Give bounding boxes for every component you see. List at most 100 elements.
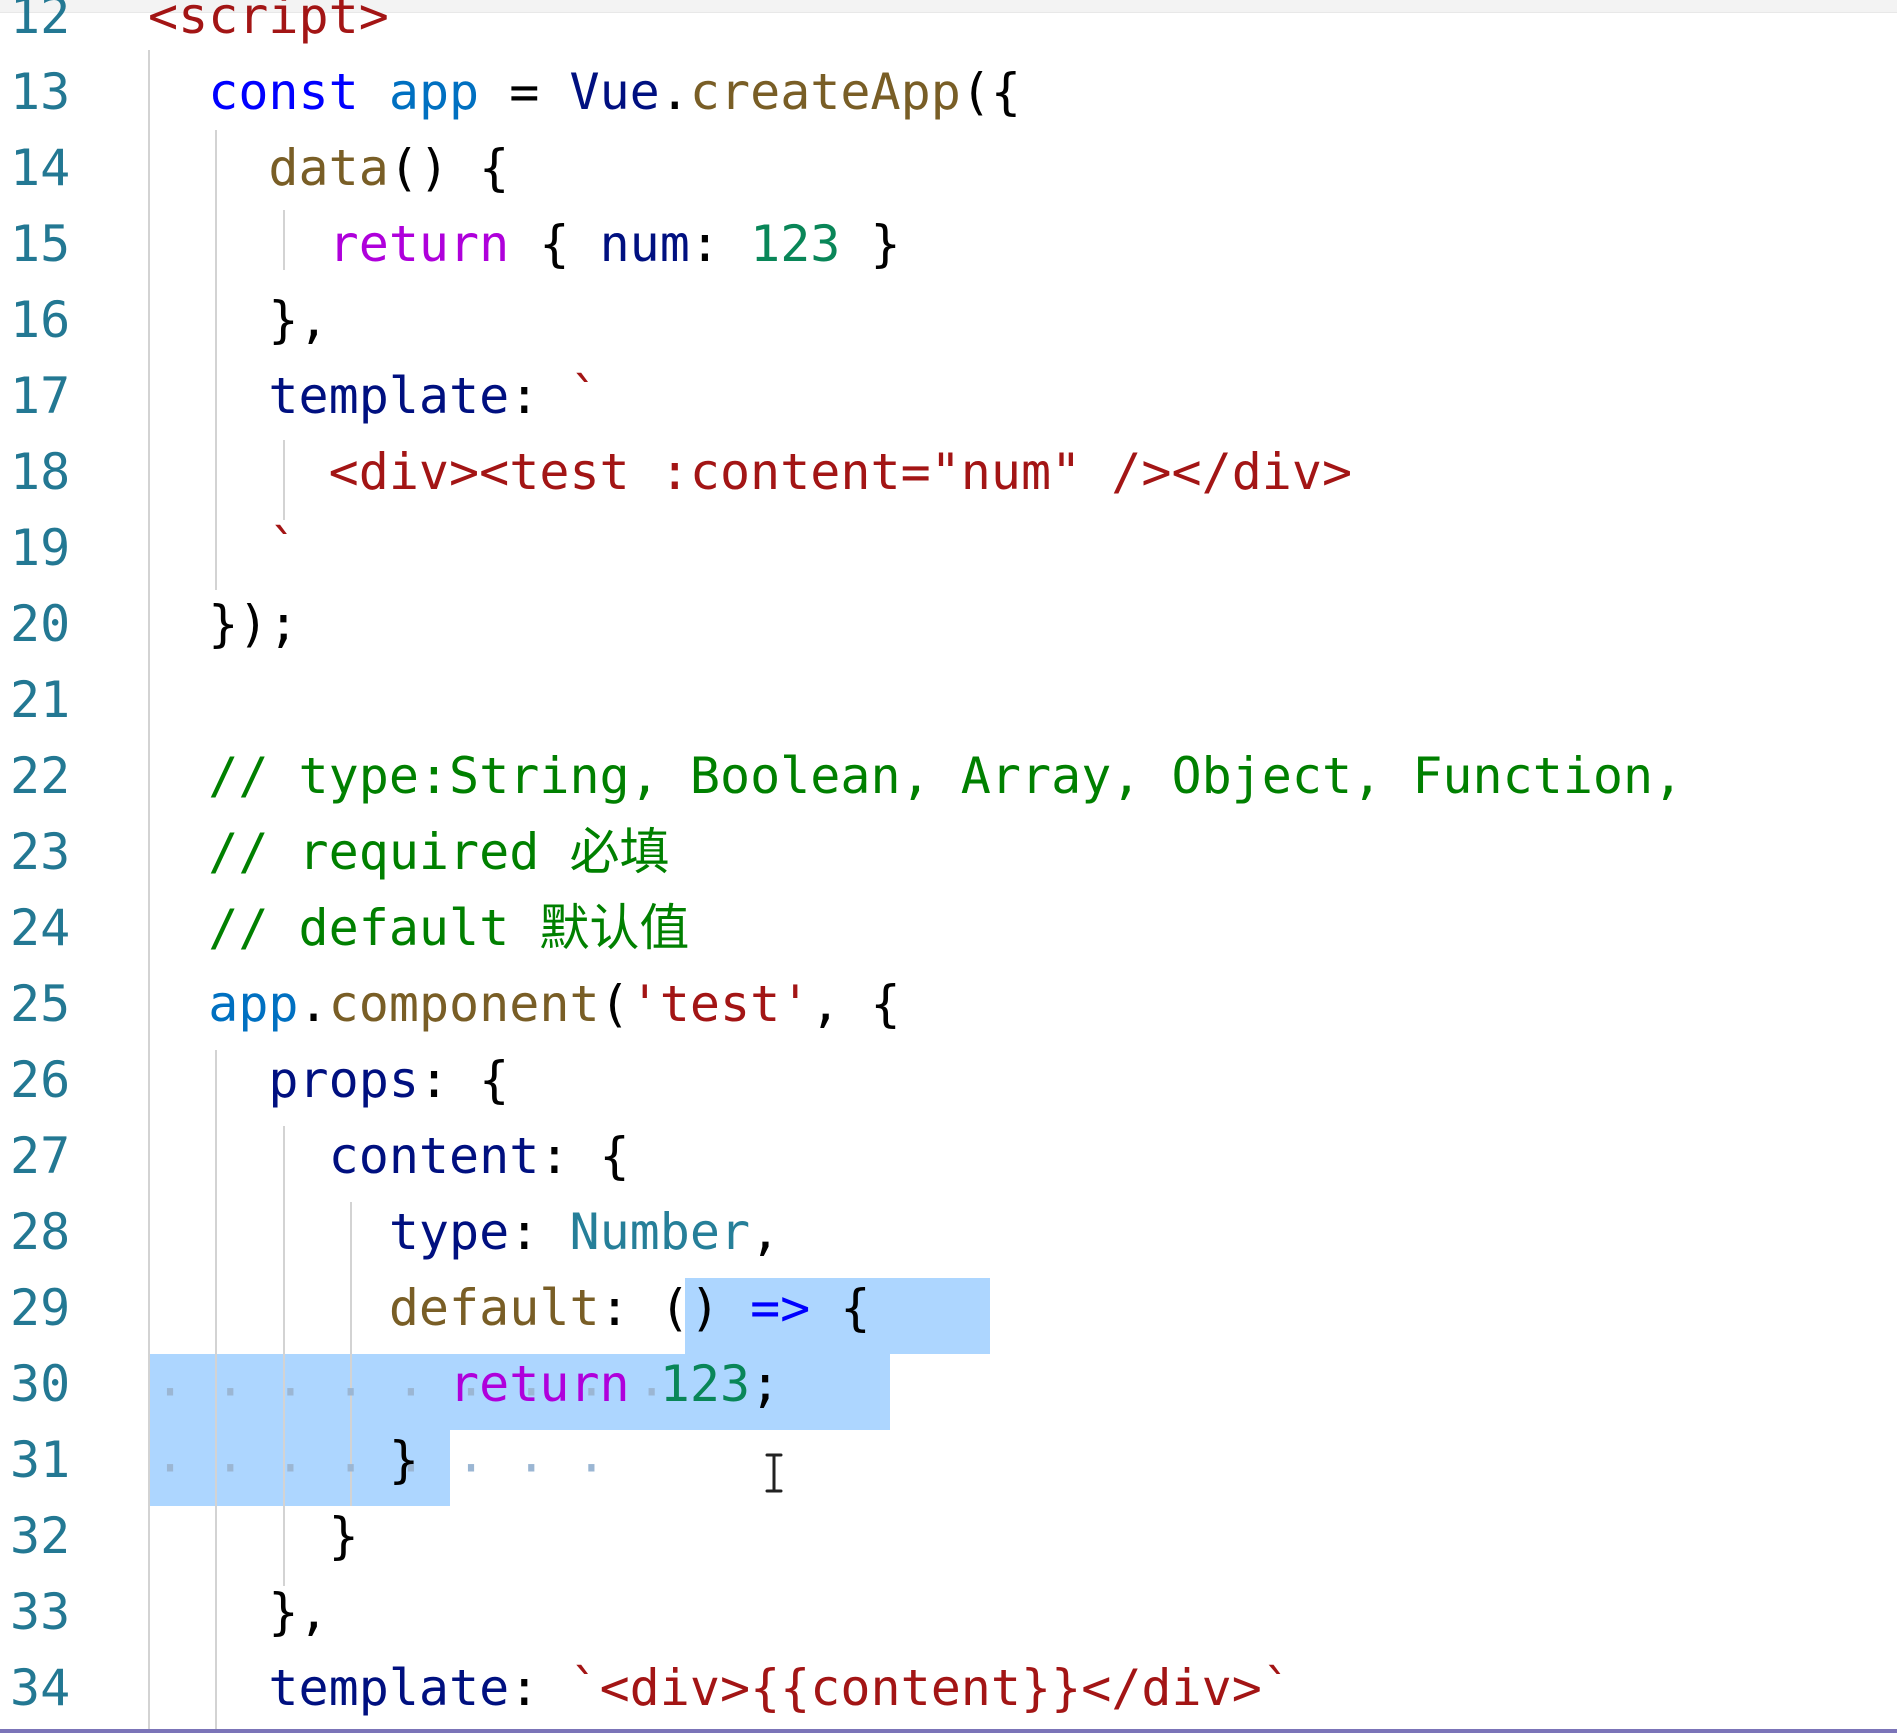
code-text[interactable]: template: ` — [148, 358, 600, 434]
line-number: 14 — [10, 139, 71, 197]
code-token: = — [479, 63, 570, 121]
code-text[interactable]: default: () => { — [148, 1270, 871, 1346]
code-token: Vue — [569, 63, 660, 121]
code-token: : — [509, 1659, 570, 1717]
code-token: // required 必填 — [208, 823, 670, 881]
code-token: ( — [599, 975, 630, 1033]
code-token: , — [750, 1203, 781, 1261]
code-token: createApp — [689, 63, 961, 121]
code-token: `<div>{{content}}</div>` — [569, 1659, 1292, 1717]
code-token: // default 默认值 — [208, 899, 690, 957]
code-line[interactable]: 12 <script> — [0, 0, 1897, 54]
code-text[interactable]: data() { — [148, 130, 509, 206]
code-text[interactable]: return { num: 123 } — [148, 206, 901, 282]
line-number: 16 — [10, 291, 71, 349]
editor-bottom-strip — [0, 1729, 1897, 1733]
code-token: => — [750, 1279, 811, 1337]
code-line[interactable]: 30 return 123; — [0, 1346, 1897, 1422]
code-text[interactable]: }, — [148, 1574, 328, 1650]
code-line[interactable]: 22 // type:String, Boolean, Array, Objec… — [0, 738, 1897, 814]
code-line[interactable]: 31 } — [0, 1422, 1897, 1498]
code-line[interactable]: 20 }); — [0, 586, 1897, 662]
code-line[interactable]: 19 ` — [0, 510, 1897, 586]
code-line[interactable]: 15 return { num: 123 } — [0, 206, 1897, 282]
code-token: 123 — [750, 215, 841, 273]
code-line[interactable]: 16 }, — [0, 282, 1897, 358]
code-line[interactable]: 24 // default 默认值 — [0, 890, 1897, 966]
code-text[interactable]: } — [148, 1498, 359, 1574]
line-number: 33 — [10, 1583, 71, 1641]
code-line[interactable]: 32 } — [0, 1498, 1897, 1574]
code-line[interactable]: 34 template: `<div>{{content}}</div>` — [0, 1650, 1897, 1726]
code-text[interactable]: // required 必填 — [148, 814, 669, 890]
code-line[interactable]: 27 content: { — [0, 1118, 1897, 1194]
code-text[interactable]: content: { — [148, 1118, 630, 1194]
code-token: // type:String, Boolean, Array, Object, … — [208, 747, 1684, 805]
code-line[interactable]: 29 default: () => { — [0, 1270, 1897, 1346]
code-text[interactable]: } — [148, 1422, 419, 1498]
line-number: 28 — [10, 1203, 71, 1261]
code-line[interactable]: 17 template: ` — [0, 358, 1897, 434]
line-number: 27 — [10, 1127, 71, 1185]
line-number: 29 — [10, 1279, 71, 1337]
code-token: 123 — [659, 1355, 751, 1413]
code-line[interactable]: 25 app.component('test', { — [0, 966, 1897, 1042]
code-line[interactable]: 21 — [0, 662, 1897, 738]
code-text[interactable]: // type:String, Boolean, Array, Object, … — [148, 738, 1683, 814]
code-token: } — [148, 1507, 359, 1565]
code-text[interactable]: ` — [148, 510, 298, 586]
code-text[interactable]: }, — [148, 282, 328, 358]
code-text[interactable]: template: `<div>{{content}}</div>` — [148, 1650, 1292, 1726]
code-text[interactable]: return 123; — [148, 1346, 780, 1422]
code-text[interactable]: <div><test :content="num" /></div> — [148, 434, 1353, 510]
code-line[interactable]: 26 props: { — [0, 1042, 1897, 1118]
code-line[interactable]: 14 data() { — [0, 130, 1897, 206]
code-text[interactable]: type: Number, — [148, 1194, 780, 1270]
line-number: 23 — [10, 823, 71, 881]
code-text[interactable]: props: { — [148, 1042, 509, 1118]
code-token: props — [268, 1051, 419, 1109]
code-line[interactable]: 33 }, — [0, 1574, 1897, 1650]
code-token: 'test' — [629, 975, 811, 1033]
line-number: 22 — [10, 747, 71, 805]
code-text[interactable]: // default 默认值 — [148, 890, 689, 966]
code-line[interactable]: 18 <div><test :content="num" /></div> — [0, 434, 1897, 510]
code-token: : { — [539, 1127, 630, 1185]
code-line[interactable]: 28 type: Number, — [0, 1194, 1897, 1270]
code-text[interactable]: const app = Vue.createApp({ — [148, 54, 1021, 130]
code-token: : () — [599, 1279, 751, 1337]
code-token: : { — [418, 1051, 510, 1109]
code-token: , { — [810, 975, 901, 1033]
code-token: { — [509, 215, 600, 273]
code-token: () { — [388, 139, 510, 197]
code-text[interactable]: }); — [148, 586, 299, 662]
code-token: { — [810, 1279, 871, 1337]
line-number: 34 — [10, 1659, 71, 1717]
code-token: : — [509, 367, 570, 425]
code-text[interactable]: <script> — [148, 0, 389, 54]
code-token: ` — [569, 367, 600, 425]
code-token: return — [328, 215, 510, 273]
line-number: 12 — [10, 0, 71, 45]
code-editor[interactable]: · · · · · · · · · · · · · · · · · 12 <scr… — [0, 0, 1897, 1733]
code-token: content — [328, 1127, 540, 1185]
line-number: 26 — [10, 1051, 71, 1109]
code-token: data — [268, 139, 389, 197]
code-line[interactable]: 13 const app = Vue.createApp({ — [0, 54, 1897, 130]
code-text[interactable]: app.component('test', { — [148, 966, 901, 1042]
line-number: 15 — [10, 215, 71, 273]
code-line[interactable]: 23 // required 必填 — [0, 814, 1897, 890]
code-token: }); — [148, 595, 299, 653]
